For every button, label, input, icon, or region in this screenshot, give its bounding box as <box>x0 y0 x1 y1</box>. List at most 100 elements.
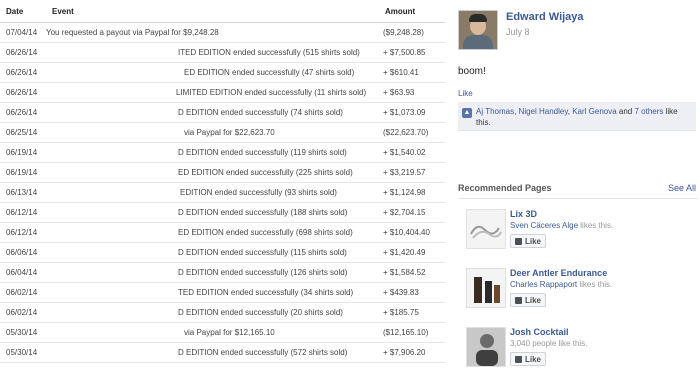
column-header-date: Date <box>0 0 46 23</box>
row-amount <box>379 362 445 366</box>
row-event: EDITION ended successfully (93 shirts so… <box>46 182 379 203</box>
page-name-link[interactable]: Deer Antler Endurance <box>510 268 607 278</box>
like-button-label: Like <box>524 237 541 246</box>
payout-event-link[interactable]: You requested a payout via Paypal for $9… <box>46 22 379 43</box>
row-event: D EDITION ended successfully (115 shirts… <box>46 242 379 263</box>
table-row: 06/02/14 TED EDITION ended successfully (… <box>0 282 445 303</box>
row-date: 06/13/14 <box>0 182 46 203</box>
table-row: 06/26/14 LIMITED EDITION ended successful… <box>0 82 445 103</box>
table-row: 06/02/14 D EDITION ended successfully (20… <box>0 302 445 323</box>
ledger-body: 07/04/14 You requested a payout via Paypa… <box>0 22 445 366</box>
friend-link[interactable]: Charles Rappaport <box>510 280 577 289</box>
row-date: 06/12/14 <box>0 222 46 243</box>
row-event: ED EDITION ended successfully (225 shirt… <box>46 162 379 183</box>
row-amount: ($12,165.10) <box>379 322 445 343</box>
likes-others-link[interactable]: 7 others <box>634 107 663 116</box>
page-thumbnail[interactable] <box>466 327 506 367</box>
row-event: TED EDITION ended successfully (34 shirt… <box>46 282 379 303</box>
payout-event-link[interactable]: via Paypal for $22,623.70 <box>46 122 379 143</box>
row-amount: + $610.41 <box>379 62 445 83</box>
table-row: 06/19/14 D EDITION ended successfully (11… <box>0 142 445 163</box>
row-amount: + $2,704.15 <box>379 202 445 223</box>
row-date: 05/23/14 <box>0 362 46 366</box>
row-amount: + $1,124.98 <box>379 182 445 203</box>
recommended-page-item: Josh Cocktail 3,040 people like this. Li… <box>466 327 698 377</box>
row-date: 06/26/14 <box>0 62 46 83</box>
page-like-context: Sven Cäceres Alge likes this. <box>510 221 613 230</box>
row-amount: + $7,906.20 <box>379 342 445 363</box>
row-date: 06/04/14 <box>0 262 46 283</box>
row-event: ED EDITION ended successfully (47 shirts… <box>46 62 379 83</box>
row-amount: + $185.75 <box>379 302 445 323</box>
page-like-context: Charles Rappaport likes this. <box>510 280 612 289</box>
thumbs-up-icon: ▲ <box>462 108 472 118</box>
liker-link[interactable]: Karl Genova <box>572 107 616 116</box>
table-row: 06/26/14 D EDITION ended successfully (74… <box>0 102 445 123</box>
page-like-suffix: likes this. <box>577 280 613 289</box>
thumbs-up-icon <box>515 238 522 245</box>
row-date: 06/19/14 <box>0 142 46 163</box>
row-amount: + $63.93 <box>379 82 445 103</box>
payout-event-link[interactable]: via Paypal for $12,165.10 <box>46 322 379 343</box>
recommended-page-item: Deer Antler Endurance Charles Rappaport … <box>466 268 698 318</box>
likes-and: and <box>616 107 635 116</box>
row-event: LIMITED EDITION ended successfully (11 s… <box>46 82 379 103</box>
page-like-context: 3,040 people like this. <box>510 339 587 348</box>
post-author-link[interactable]: Edward Wijaya <box>506 11 584 23</box>
page-name-link[interactable]: Josh Cocktail <box>510 327 569 337</box>
ledger-table: Date Event Amount 07/04/14 You requested … <box>0 0 445 366</box>
row-date: 06/26/14 <box>0 102 46 123</box>
row-date: 07/04/14 <box>0 22 46 43</box>
row-amount: ($9,248.28) <box>379 22 445 43</box>
row-event: ED EDITION ended successfully (698 shirt… <box>46 222 379 243</box>
page-like-suffix: 3,040 people like this. <box>510 339 588 348</box>
table-row: 07/04/14 You requested a payout via Paypa… <box>0 22 445 43</box>
table-row: 06/06/14 D EDITION ended successfully (11… <box>0 242 445 263</box>
see-all-link[interactable]: See All <box>668 183 696 193</box>
column-header-event: Event <box>46 0 379 23</box>
like-button-label: Like <box>524 296 541 305</box>
row-amount: + $7,500.85 <box>379 42 445 63</box>
table-row: 06/12/14 ED EDITION ended successfully (6… <box>0 222 445 243</box>
row-date: 06/25/14 <box>0 122 46 143</box>
table-row: 06/04/14 D EDITION ended successfully (12… <box>0 262 445 283</box>
table-row: 05/30/14 via Paypal for $12,165.10 ($12,16… <box>0 322 445 343</box>
table-row: 06/19/14 ED EDITION ended successfully (2… <box>0 162 445 183</box>
row-date: 06/26/14 <box>0 42 46 63</box>
friend-link[interactable]: Sven Cäceres Alge <box>510 221 578 230</box>
like-link[interactable]: Like <box>458 89 473 98</box>
recommended-pages-title: Recommended Pages <box>458 183 552 193</box>
row-amount: + $3,219.57 <box>379 162 445 183</box>
row-date: 05/30/14 <box>0 342 46 363</box>
table-row: 06/26/14 ITED EDITION ended successfully … <box>0 42 445 63</box>
liker-link[interactable]: Nigel Handley <box>519 107 568 116</box>
row-event: D EDITION ended successfully (126 shirts… <box>46 262 379 283</box>
avatar[interactable] <box>458 10 498 50</box>
column-header-amount: Amount <box>379 0 445 23</box>
post-status-text: boom! <box>458 66 486 77</box>
divider <box>458 198 698 199</box>
row-date: 06/26/14 <box>0 82 46 103</box>
page-like-suffix: likes this. <box>578 221 614 230</box>
thumbs-up-icon <box>515 356 522 363</box>
payout-ledger: Date Event Amount 07/04/14 You requested … <box>0 0 445 366</box>
table-row: 05/23/14 <box>0 362 445 366</box>
row-amount: + $1,584.52 <box>379 262 445 283</box>
table-row: 06/12/14 D EDITION ended successfully (18… <box>0 202 445 223</box>
page-name-link[interactable]: Lix 3D <box>510 209 537 219</box>
page-thumbnail[interactable] <box>466 209 506 249</box>
table-row: 06/26/14 ED EDITION ended successfully (4… <box>0 62 445 83</box>
jewelry-image-icon <box>470 225 502 239</box>
row-event: D EDITION ended successfully (74 shirts … <box>46 102 379 123</box>
row-date: 05/30/14 <box>0 322 46 343</box>
row-event: ITED EDITION ended successfully (515 shi… <box>46 42 379 63</box>
table-row: 06/25/14 via Paypal for $22,623.70 ($22,62… <box>0 122 445 143</box>
like-page-button[interactable]: Like <box>510 293 546 307</box>
post-date[interactable]: July 8 <box>506 27 530 37</box>
liker-link[interactable]: Aj Thomas <box>476 107 514 116</box>
row-amount: + $1,073.09 <box>379 102 445 123</box>
like-page-button[interactable]: Like <box>510 352 546 366</box>
page-thumbnail[interactable] <box>466 268 506 308</box>
like-page-button[interactable]: Like <box>510 234 546 248</box>
bottles-image-icon <box>474 277 500 303</box>
